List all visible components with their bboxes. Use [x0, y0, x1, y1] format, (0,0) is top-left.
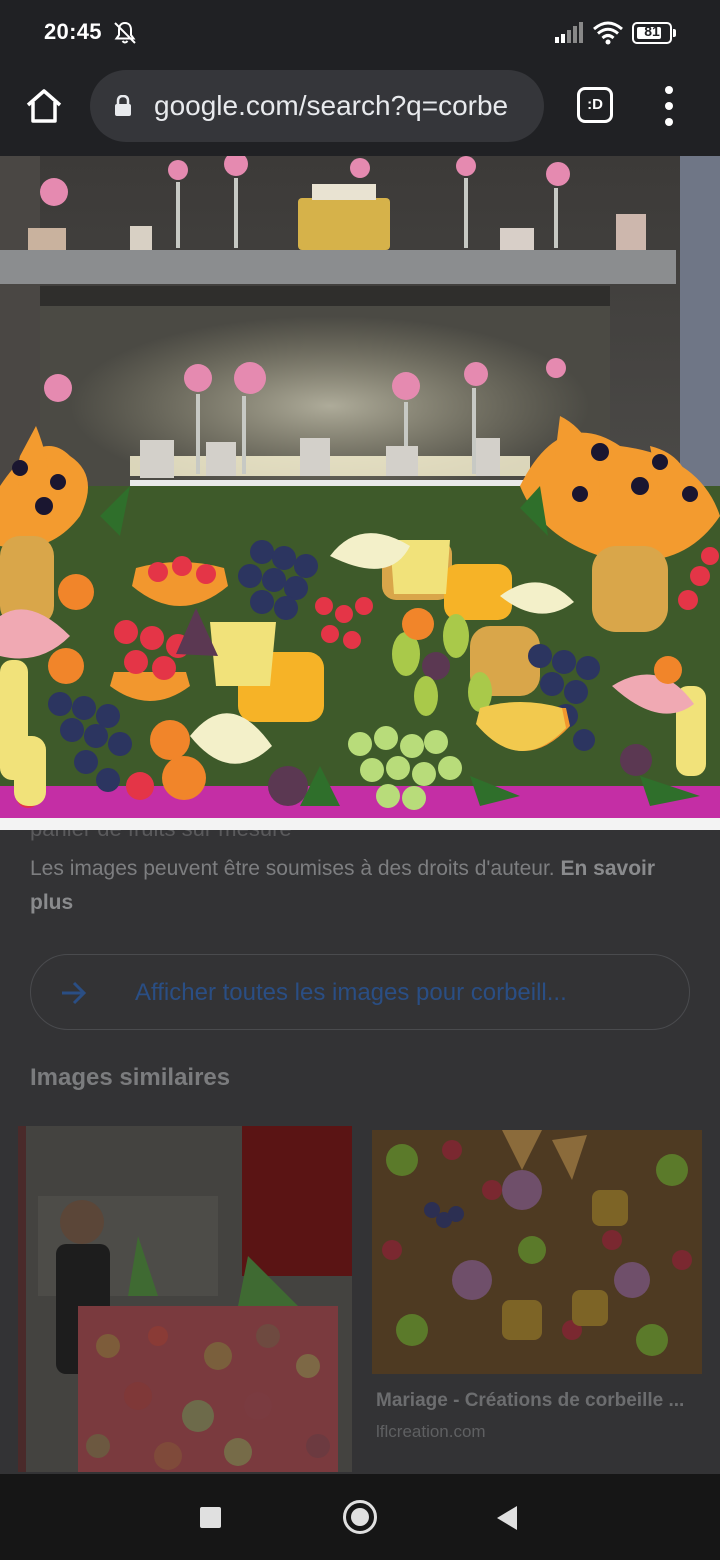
system-nav-bar	[0, 1474, 720, 1560]
similar-image-2-source: lflcreation.com	[376, 1422, 486, 1441]
status-time: 20:45	[44, 19, 102, 44]
lock-icon	[115, 95, 131, 116]
recent-apps-icon[interactable]	[200, 1507, 221, 1528]
signal-icon	[555, 22, 583, 43]
similar-image-2[interactable]	[372, 1130, 702, 1374]
similar-image-1-drawing	[18, 1126, 352, 1472]
arrow-right-icon	[62, 981, 87, 1005]
battery-level: 81	[644, 23, 660, 39]
home-icon[interactable]	[22, 84, 66, 128]
url-text[interactable]: google.com/search?q=corbe	[154, 90, 534, 122]
battery-icon: 81	[632, 22, 676, 44]
similar-images-heading: Images similaires	[30, 1064, 231, 1091]
mute-icon	[114, 21, 136, 44]
menu-dot	[665, 118, 673, 126]
view-all-label: Afficher toutes les images pour corbeill…	[135, 979, 567, 1006]
similar-image-1[interactable]	[18, 1126, 352, 1472]
battery-tip	[673, 29, 676, 37]
copyright-text: Les images peuvent être soumises à des d…	[30, 857, 555, 880]
view-all-images-button[interactable]: Afficher toutes les images pour corbeill…	[30, 954, 690, 1030]
wifi-icon	[593, 21, 623, 45]
copyright-notice: Les images peuvent être soumises à des d…	[30, 852, 690, 920]
menu-dot	[665, 86, 673, 94]
result-caption: panier de fruits sur mesure	[30, 830, 292, 842]
back-icon[interactable]	[496, 1505, 518, 1531]
menu-dot	[665, 102, 673, 110]
fruit-display-photo[interactable]	[0, 156, 720, 828]
tabs-icon[interactable]: :D	[577, 87, 613, 123]
browser-toolbar: google.com/search?q=corbe :D	[0, 66, 720, 156]
search-result-panel: panier de fruits sur mesure Les images p…	[0, 830, 720, 1474]
home-circle-inner	[351, 1508, 369, 1526]
similar-image-2-title[interactable]: Mariage - Créations de corbeille ...	[376, 1390, 700, 1412]
more-vert-icon[interactable]	[654, 84, 684, 128]
home-circle-icon[interactable]	[343, 1500, 377, 1534]
fruit-display-drawing	[0, 156, 720, 828]
hero-bottom-strip	[0, 818, 720, 830]
similar-image-2-drawing	[372, 1130, 702, 1374]
url-bar[interactable]: google.com/search?q=corbe	[90, 70, 544, 142]
status-bar: 20:45 81	[0, 0, 720, 66]
